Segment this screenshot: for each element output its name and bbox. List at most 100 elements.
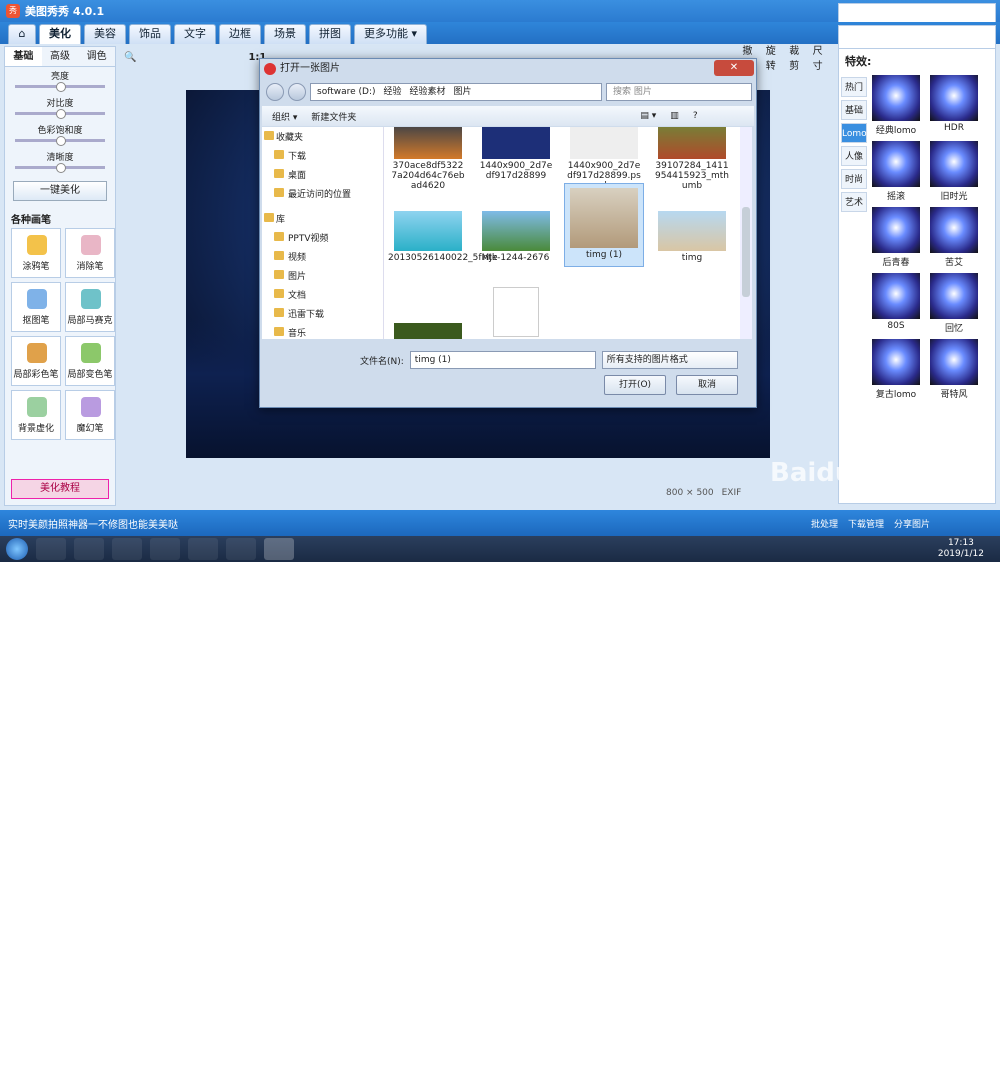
taskbar-app-360[interactable] <box>36 538 66 560</box>
breadcrumb-item[interactable]: 经验 <box>384 84 402 100</box>
tree-documents[interactable]: 文档 <box>262 285 383 304</box>
effect-tab-fashion[interactable]: 时尚 <box>841 169 867 189</box>
file-item[interactable]: ntk-1244-2676 <box>476 211 556 263</box>
subtab-color[interactable]: 调色 <box>78 47 115 66</box>
effect-tab-hot[interactable]: 热门 <box>841 77 867 97</box>
taskbar-app-firefox[interactable] <box>150 538 180 560</box>
subtab-advanced[interactable]: 高级 <box>42 47 79 66</box>
effect-tab-basic[interactable]: 基础 <box>841 100 867 120</box>
effect-tab-lomo[interactable]: Lomo <box>841 123 867 143</box>
brush-cutout[interactable]: 抠图笔 <box>11 282 61 332</box>
brush-eraser[interactable]: 消除笔 <box>65 228 115 278</box>
organize-button[interactable]: 组织 ▾ <box>272 110 297 123</box>
zoom-out-icon[interactable]: 🔍 <box>124 52 136 63</box>
effect-item[interactable]: HDR <box>929 75 979 137</box>
file-item[interactable] <box>388 323 468 339</box>
breadcrumb-item[interactable]: 图片 <box>454 84 472 100</box>
forward-icon[interactable] <box>288 83 306 101</box>
file-item[interactable]: 370ace8df5322 7a204d64c76eb ad4620 <box>388 127 468 191</box>
effect-item[interactable]: 复古lomo <box>871 339 921 401</box>
effect-item[interactable]: 回忆 <box>929 273 979 335</box>
tree-downloads[interactable]: 下载 <box>262 146 383 165</box>
saturation-slider[interactable] <box>15 136 105 146</box>
tab-beauty[interactable]: 美容 <box>84 24 126 44</box>
effect-item[interactable]: 苦艾 <box>929 207 979 269</box>
system-clock[interactable]: 17:13 2019/1/12 <box>938 538 984 560</box>
tab-border[interactable]: 边框 <box>219 24 261 44</box>
tree-music[interactable]: 音乐 <box>262 323 383 342</box>
help-icon[interactable]: ? <box>693 111 698 121</box>
tree-xunlei[interactable]: 迅雷下载 <box>262 304 383 323</box>
share-button[interactable]: 分享图片 <box>894 517 930 530</box>
tab-beautify[interactable]: 美化 <box>39 24 81 44</box>
taskbar-app-meitu[interactable] <box>264 538 294 560</box>
tab-text[interactable]: 文字 <box>174 24 216 44</box>
crop-button[interactable]: 裁剪 <box>789 42 806 72</box>
tab-collage[interactable]: 拼图 <box>309 24 351 44</box>
brush-mosaic[interactable]: 局部马赛克 <box>65 282 115 332</box>
contrast-slider[interactable] <box>15 109 105 119</box>
back-icon[interactable] <box>266 83 284 101</box>
filename-input[interactable]: timg (1) <box>409 351 596 369</box>
effect-item[interactable]: 后青春 <box>871 207 921 269</box>
brush-recolor[interactable]: 局部变色笔 <box>65 336 115 386</box>
tab-more[interactable]: 更多功能 ▾ <box>354 24 428 44</box>
resize-button[interactable]: 尺寸 <box>813 42 830 72</box>
effect-item[interactable]: 哥特风 <box>929 339 979 401</box>
batch-button[interactable]: 批处理 <box>811 517 838 530</box>
address-bar[interactable]: software (D:) 经验 经验素材 图片 <box>310 83 602 101</box>
effect-tab-portrait[interactable]: 人像 <box>841 146 867 166</box>
breadcrumb-item[interactable]: software (D:) <box>317 84 376 100</box>
download-manager-button[interactable]: 下载管理 <box>848 517 884 530</box>
effect-item[interactable]: 摇滚 <box>871 141 921 203</box>
taskbar-app-recorder[interactable] <box>226 538 256 560</box>
effect-item[interactable]: 经典lomo <box>871 75 921 137</box>
open-dialog-button[interactable]: 打开(O) <box>604 375 666 395</box>
search-input[interactable]: 搜索 图片 <box>606 83 752 101</box>
file-item[interactable] <box>476 287 556 339</box>
dialog-close-icon[interactable]: ✕ <box>714 60 754 76</box>
tree-pptv[interactable]: PPTV视频 <box>262 228 383 247</box>
brightness-slider[interactable] <box>15 82 105 92</box>
effect-tab-art[interactable]: 艺术 <box>841 192 867 212</box>
file-item[interactable]: 1440x900_2d7e df917d28899.ps d <box>564 127 644 191</box>
file-item[interactable]: 20130526140022_5fMJe <box>388 211 498 263</box>
subtab-basic[interactable]: 基础 <box>5 47 42 66</box>
file-item[interactable]: 39107284_1411 954415923_mth umb <box>652 127 732 191</box>
status-message[interactable]: 实时美颜拍照神器一不修图也能美美哒 <box>8 516 178 531</box>
tab-scene[interactable]: 场景 <box>264 24 306 44</box>
brush-doodle[interactable]: 涂鸦笔 <box>11 228 61 278</box>
tree-videos[interactable]: 视频 <box>262 247 383 266</box>
breadcrumb-item[interactable]: 经验素材 <box>410 84 446 100</box>
brush-blur[interactable]: 背景虚化 <box>11 390 61 440</box>
start-icon[interactable] <box>6 538 28 560</box>
preview-pane-icon[interactable]: ▥ <box>670 111 679 121</box>
home-icon[interactable]: ⌂ <box>8 24 36 44</box>
new-folder-button[interactable]: 新建文件夹 <box>311 110 356 123</box>
view-options-icon[interactable]: ▤ ▾ <box>640 111 656 121</box>
tab-decor[interactable]: 饰品 <box>129 24 171 44</box>
rotate-button[interactable]: 旋转 <box>766 42 783 72</box>
effect-item[interactable]: 80S <box>871 273 921 335</box>
tree-desktop[interactable]: 桌面 <box>262 165 383 184</box>
brush-magic[interactable]: 魔幻笔 <box>65 390 115 440</box>
brush-color[interactable]: 局部彩色笔 <box>11 336 61 386</box>
tree-pictures[interactable]: 图片 <box>262 266 383 285</box>
filetype-select[interactable]: 所有支持的图片格式 <box>601 351 738 369</box>
file-item[interactable]: timg <box>652 211 732 263</box>
taskbar-app-media[interactable] <box>188 538 218 560</box>
one-click-button[interactable]: 一键美化 <box>13 181 107 201</box>
tree-favorites[interactable]: 收藏夹 <box>262 127 383 146</box>
file-item[interactable]: 1440x900_2d7e df917d28899 <box>476 127 556 181</box>
tree-recent[interactable]: 最近访问的位置 <box>262 184 383 203</box>
sharpness-slider[interactable] <box>15 163 105 173</box>
taskbar-app-qq[interactable] <box>74 538 104 560</box>
taskbar-app-explorer[interactable] <box>112 538 142 560</box>
file-item-selected[interactable]: timg (1) <box>564 183 644 267</box>
file-scrollbar[interactable] <box>740 127 752 339</box>
tutorial-button[interactable]: 美化教程 <box>11 479 109 499</box>
exif-badge[interactable]: EXIF <box>722 488 742 498</box>
cancel-button[interactable]: 取消 <box>676 375 738 395</box>
effect-item[interactable]: 旧时光 <box>929 141 979 203</box>
tree-libraries[interactable]: 库 <box>262 209 383 228</box>
